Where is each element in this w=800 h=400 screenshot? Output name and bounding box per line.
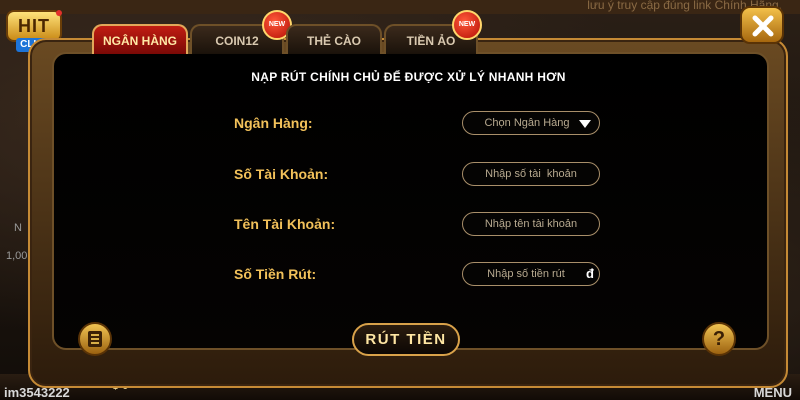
notice-text: NẠP RÚT CHÍNH CHỦ ĐỂ ĐƯỢC XỬ LÝ NHANH HƠ… xyxy=(251,70,566,84)
currency-symbol: đ xyxy=(586,266,594,281)
caret-down-icon xyxy=(579,120,591,128)
amount-input[interactable] xyxy=(462,262,600,286)
tab-card[interactable]: THẺ CÀO xyxy=(286,24,382,54)
history-button[interactable] xyxy=(78,322,112,356)
help-button[interactable]: ? xyxy=(702,322,736,356)
background-left-number: 1,00 xyxy=(6,250,28,262)
account-number-input[interactable] xyxy=(462,162,600,186)
withdraw-button[interactable]: RÚT TIỀN xyxy=(352,323,460,356)
close-icon xyxy=(752,15,774,37)
logo-notification-dot xyxy=(56,10,62,16)
account-number-label: Số Tài Khoản: xyxy=(234,166,329,182)
amount-label: Số Tiền Rút: xyxy=(234,266,317,282)
new-badge-crypto: NEW xyxy=(452,10,482,40)
bank-select[interactable]: Chọn Ngân Hàng xyxy=(462,111,600,135)
withdraw-dialog-panel xyxy=(52,52,769,350)
bank-select-value: Chọn Ngân Hàng xyxy=(484,117,570,129)
account-name-label: Tên Tài Khoản: xyxy=(234,216,336,232)
document-list-icon xyxy=(88,331,102,347)
bank-label: Ngân Hàng: xyxy=(234,115,313,131)
tab-bank[interactable]: NGÂN HÀNG xyxy=(92,24,188,54)
close-button[interactable] xyxy=(740,6,784,44)
question-mark-icon: ? xyxy=(712,328,726,350)
account-name-input[interactable] xyxy=(462,212,600,236)
background-left-letter: N xyxy=(14,222,22,234)
